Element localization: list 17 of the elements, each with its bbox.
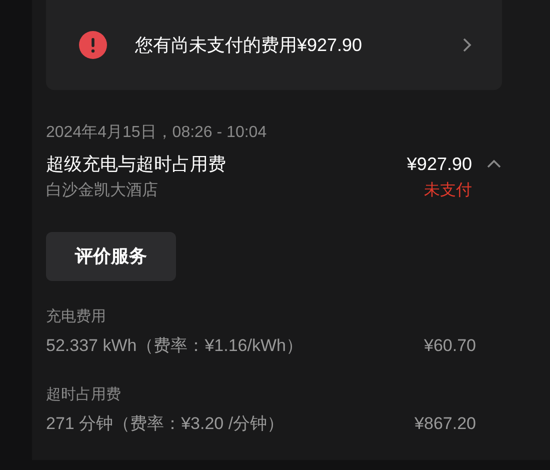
order-date: 2024年4月15日，08:26 - 10:04 xyxy=(46,123,268,143)
chevron-right-icon xyxy=(462,37,472,53)
charge-label: 充电费用 xyxy=(46,307,107,327)
charge-amount: ¥60.70 xyxy=(424,335,476,357)
station-name: 白沙金凯大酒店 xyxy=(46,180,159,201)
warning-icon xyxy=(79,31,107,59)
alert-text: 您有尚未支付的费用¥927.90 xyxy=(135,34,364,56)
review-button[interactable]: 评价服务 xyxy=(46,232,176,281)
order-title: 超级充电与超时占用费 xyxy=(46,153,227,176)
payment-status: 未支付 xyxy=(424,180,472,201)
charge-amount: ¥867.20 xyxy=(414,413,476,435)
order-total: ¥927.90 xyxy=(406,153,472,176)
chevron-up-icon[interactable] xyxy=(486,159,502,169)
charge-label: 超时占用费 xyxy=(46,385,122,405)
charge-detail: 271 分钟（费率：¥3.20 /分钟） xyxy=(46,413,284,435)
charge-detail: 52.337 kWh（费率：¥1.16/kWh） xyxy=(46,335,303,357)
alert-card[interactable]: 您有尚未支付的费用¥927.90 xyxy=(46,0,502,90)
